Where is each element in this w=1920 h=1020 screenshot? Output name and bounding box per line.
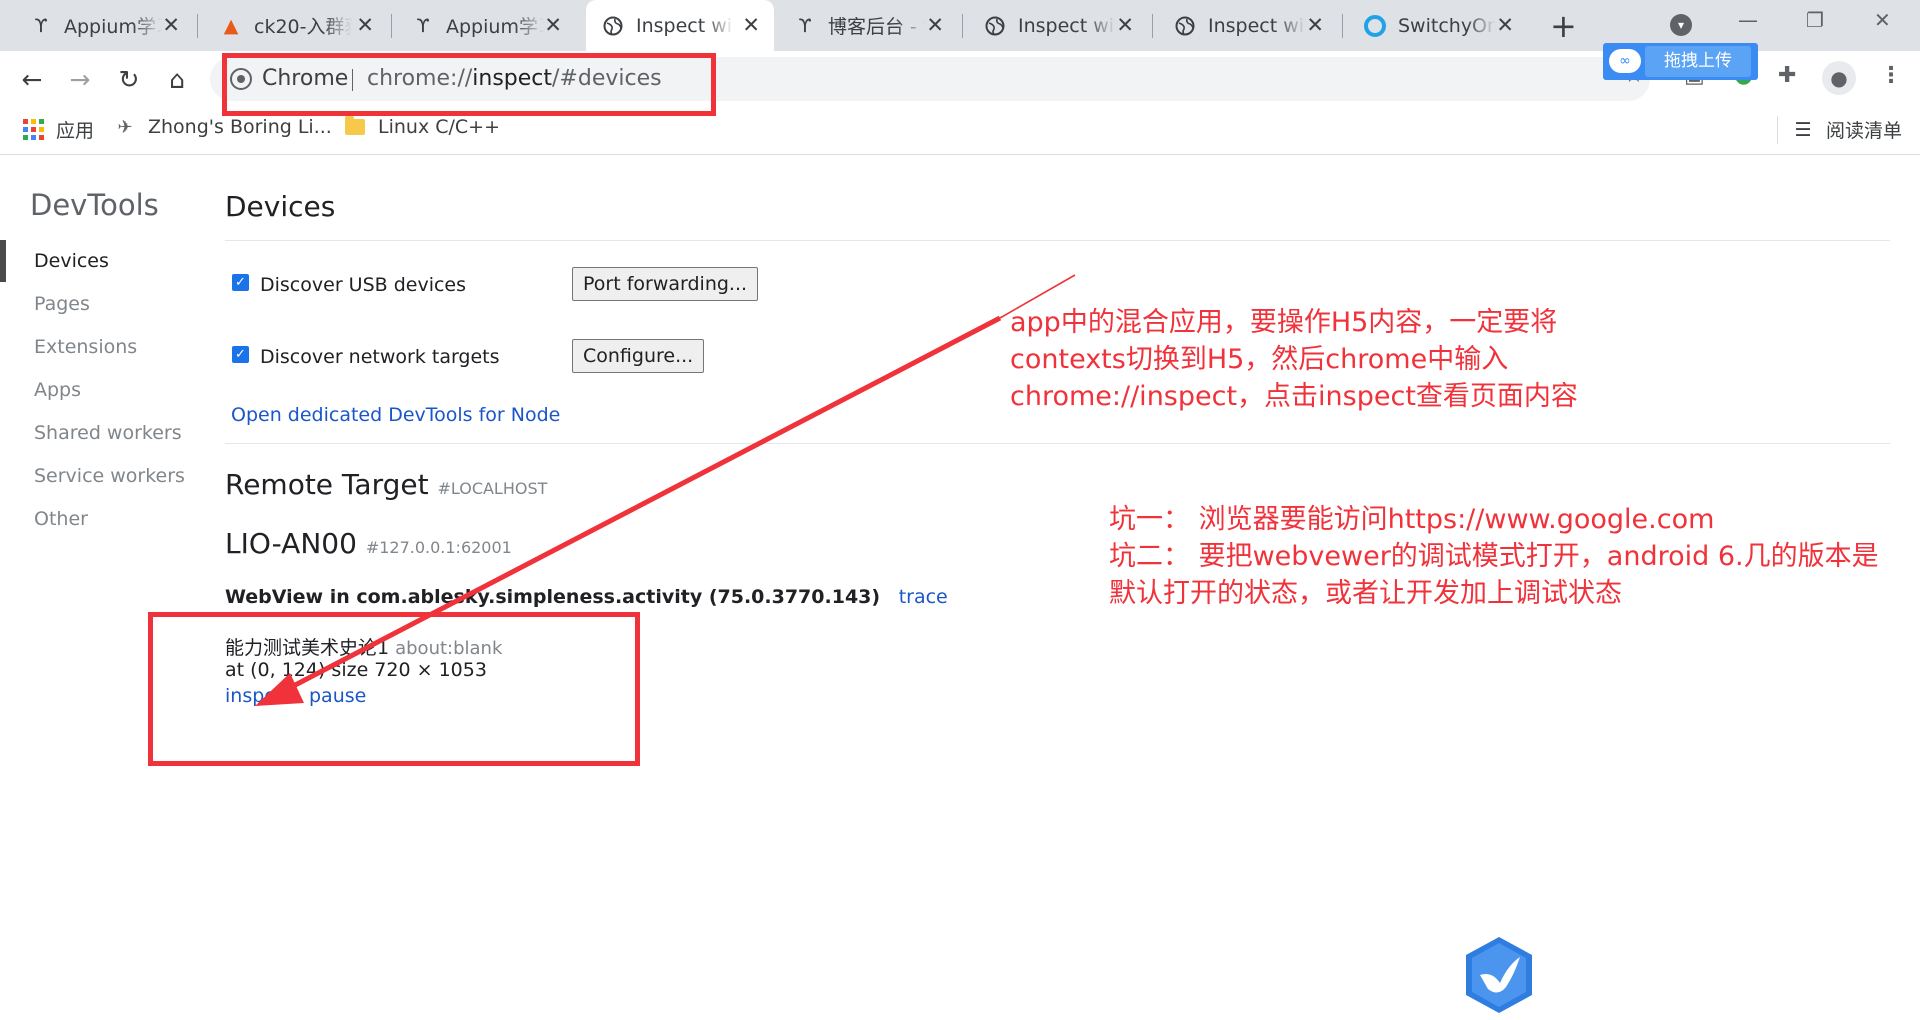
hybrid-note-line-1: app中的混合应用，要操作H5内容，一定要将 (1010, 307, 1558, 338)
appium-icon: ϒ (798, 14, 812, 37)
sidebar-item-extensions[interactable]: Extensions (34, 336, 137, 358)
new-tab-plus-icon[interactable]: + (1550, 7, 1577, 45)
site-favicon-icon: ✈ (117, 116, 133, 138)
tab-title: Inspect with Chrome (636, 14, 734, 37)
tab-inspect-active[interactable]: Inspect with Chrome ✕ (586, 0, 774, 51)
tab-appium-1[interactable]: ϒ Appium学习 ✕ (14, 0, 194, 51)
apps-grid-icon (22, 119, 44, 141)
trace-link[interactable]: trace (899, 586, 948, 608)
close-icon[interactable]: ✕ (544, 13, 562, 37)
forward-icon[interactable]: → (64, 63, 96, 95)
reading-list-icon: ☰ (1794, 118, 1812, 141)
bookmark-label: 应用 (56, 120, 95, 142)
close-icon[interactable]: ✕ (926, 13, 944, 37)
globe-icon (1174, 15, 1196, 37)
divider (225, 240, 1890, 241)
close-icon[interactable]: ✕ (1306, 13, 1324, 37)
nav-selection-marker (0, 240, 6, 282)
node-devtools-link[interactable]: Open dedicated DevTools for Node (231, 404, 560, 426)
reading-list-label: 阅读清单 (1826, 120, 1903, 142)
device-address: #127.0.0.1:62001 (365, 538, 512, 557)
tab-title: Appium学习 (446, 16, 544, 38)
remote-target-label: Remote Target (225, 468, 429, 501)
remote-target-heading: Remote Target #LOCALHOST (225, 468, 547, 501)
folder-icon (344, 116, 366, 138)
home-icon[interactable]: ⌂ (161, 63, 193, 95)
device-heading: LIO-AN00 #127.0.0.1:62001 (225, 527, 512, 560)
tab-title: ck20-入群获取 (254, 16, 352, 38)
remote-target-tag: #LOCALHOST (437, 479, 548, 498)
sidebar-item-pages[interactable]: Pages (34, 293, 90, 315)
tab-appium-2[interactable]: ϒ Appium学习 ✕ (396, 0, 576, 51)
sidebar-item-service-workers[interactable]: Service workers (34, 465, 185, 487)
discover-network-label: Discover network targets (260, 346, 500, 368)
tab-inspect-3[interactable]: Inspect with Chrome ✕ (1158, 0, 1338, 51)
sidebar-title: DevTools (30, 188, 159, 222)
appium-icon: ϒ (34, 14, 48, 37)
discover-usb-label: Discover USB devices (260, 274, 467, 296)
reload-icon[interactable]: ↻ (113, 63, 145, 95)
sidebar-item-shared-workers[interactable]: Shared workers (34, 422, 182, 444)
close-icon[interactable]: ✕ (1116, 13, 1134, 37)
inspect-highlight-box (148, 612, 640, 766)
baidu-cloud-icon: ∞ (1609, 49, 1641, 73)
pit-note-line-3: 默认打开的状态，或者让开发加上调试状态 (1109, 578, 1622, 609)
hybrid-note-line-2: contexts切换到H5，然后chrome中输入 (1010, 344, 1509, 375)
window-close-icon[interactable]: ✕ (1874, 8, 1891, 32)
bookmark-zhong[interactable]: ✈ Zhong's Boring Li... (114, 116, 332, 138)
bookmark-label: Zhong's Boring Li... (148, 116, 332, 138)
close-icon[interactable]: ✕ (742, 13, 760, 37)
reading-list[interactable]: ☰ 阅读清单 (1792, 116, 1902, 143)
page-title: Devices (225, 190, 336, 223)
minimize-icon[interactable]: — (1738, 8, 1758, 32)
close-icon[interactable]: ✕ (162, 13, 180, 37)
bird-logo-icon (1466, 937, 1532, 1013)
flame-icon: ▲ (223, 14, 239, 37)
sidebar-item-other[interactable]: Other (34, 508, 88, 530)
switchyomega-icon (1364, 14, 1386, 37)
discover-network-checkbox[interactable]: ✓ (232, 346, 249, 363)
bookmark-label: Linux C/C++ (378, 116, 501, 138)
globe-icon (602, 15, 624, 37)
tab-cnblogs[interactable]: ϒ 博客后台 - 博客园 ✕ (778, 0, 958, 51)
pit-note-line-1: 坑一： 浏览器要能访问https://www.google.com (1109, 504, 1715, 535)
restore-icon[interactable]: ❐ (1806, 8, 1824, 32)
configure-button[interactable]: Configure... (572, 339, 705, 373)
tab-ck20[interactable]: ▲ ck20-入群获取 ✕ (204, 0, 388, 51)
hybrid-note-line-3: chrome://inspect，点击inspect查看页面内容 (1010, 381, 1578, 412)
baidu-upload-widget[interactable]: ∞ 拖拽上传 (1603, 43, 1758, 80)
globe-icon (984, 15, 1006, 37)
close-icon[interactable]: ✕ (1496, 13, 1514, 37)
tab-search-icon[interactable]: ▾ (1670, 14, 1692, 36)
tab-title: SwitchyOmega (1398, 14, 1496, 37)
port-forwarding-button[interactable]: Port forwarding... (572, 267, 759, 301)
tab-title: 博客后台 - 博客园 (828, 16, 926, 38)
tab-title: Inspect with Chrome (1018, 14, 1116, 37)
close-icon[interactable]: ✕ (356, 13, 374, 37)
back-icon[interactable]: ← (16, 63, 48, 95)
address-highlight-box (222, 53, 716, 116)
webview-heading: WebView in com.ablesky.simpleness.activi… (225, 586, 948, 608)
appium-icon: ϒ (416, 14, 430, 37)
extensions-puzzle-icon[interactable]: ✚ (1778, 63, 1796, 88)
sidebar-item-devices[interactable]: Devices (34, 250, 109, 272)
pit-note-line-2: 坑二： 要把webvewer的调试模式打开，android 6.几的版本是 (1109, 541, 1879, 572)
webview-label: WebView in com.ablesky.simpleness.activi… (225, 586, 881, 608)
bookmark-apps[interactable]: 应用 (22, 116, 94, 143)
device-name: LIO-AN00 (225, 527, 357, 560)
divider (225, 443, 1890, 444)
bookmark-linux[interactable]: Linux C/C++ (344, 116, 500, 138)
tab-title: Appium学习 (64, 16, 162, 38)
profile-avatar-icon[interactable]: ● (1822, 61, 1856, 95)
upload-label[interactable]: 拖拽上传 (1645, 46, 1751, 77)
tab-title: Inspect with Chrome (1208, 14, 1306, 37)
tab-switchyomega[interactable]: SwitchyOmega ✕ (1348, 0, 1528, 51)
sidebar-item-apps[interactable]: Apps (34, 379, 81, 401)
tab-inspect-2[interactable]: Inspect with Chrome ✕ (968, 0, 1148, 51)
discover-usb-checkbox[interactable]: ✓ (232, 274, 249, 291)
menu-kebab-icon[interactable]: ⋮ (1880, 63, 1902, 88)
